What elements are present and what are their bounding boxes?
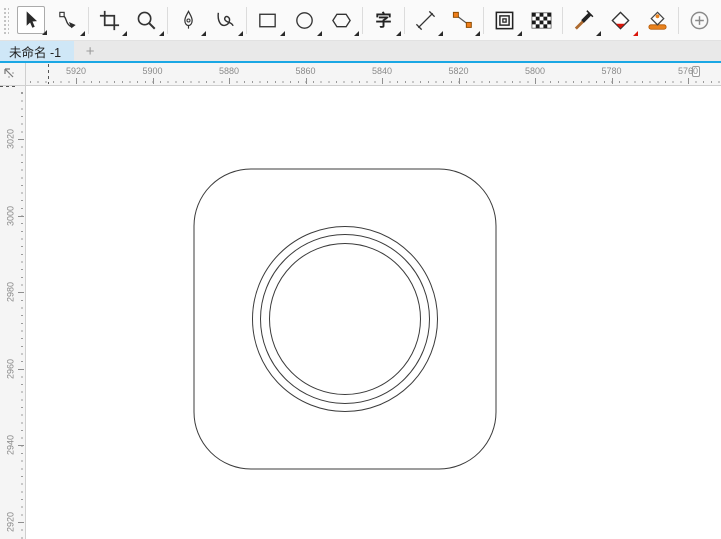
toolbar-separator — [562, 7, 563, 34]
smartfill-tool-icon — [646, 9, 669, 32]
pick-tool-button[interactable] — [17, 6, 45, 34]
crop-tool-button[interactable] — [96, 6, 124, 34]
ruler-unit-label: 2920 — [7, 510, 16, 534]
toolbar-separator — [167, 7, 168, 34]
ruler-unit-label: 5800 — [525, 67, 545, 76]
ruler-major-tick — [382, 78, 383, 84]
pen-tool-icon — [177, 9, 200, 32]
new-document-tab-button[interactable]: + — [74, 41, 106, 61]
ruler-major-tick — [18, 445, 24, 446]
page-boundary-marker-horizontal — [0, 86, 18, 87]
ruler-origin-icon — [2, 66, 16, 80]
ruler-unit-label: 5840 — [372, 67, 392, 76]
circle-shape[interactable] — [270, 244, 421, 395]
circle-shape[interactable] — [253, 227, 438, 412]
document-tab-untitled[interactable]: 未命名 -1 — [0, 41, 74, 61]
ruler-major-tick — [18, 369, 24, 370]
document-tabbar: 未命名 -1 + — [0, 41, 721, 61]
ruler-major-tick — [229, 78, 230, 84]
vertical-ruler[interactable]: 3020 3000 2980 2960 2940 2920 — [0, 86, 26, 539]
eyedropper-tool-button[interactable] — [570, 6, 598, 34]
bspline-tool-button[interactable] — [212, 6, 240, 34]
toolbar-separator — [483, 7, 484, 34]
vertical-ruler-minor-ticks — [21, 86, 23, 539]
ruler-unit-label: 5920 — [66, 67, 86, 76]
ruler-unit-label: 2960 — [7, 357, 16, 381]
workspace: 5920 5900 5880 5860 5840 5820 5800 5780 5760 302… — [0, 63, 721, 539]
add-tool-icon — [688, 9, 711, 32]
connector-tool-button[interactable] — [449, 6, 477, 34]
zoom-tool-icon — [135, 9, 158, 32]
contour-tool-icon — [493, 9, 516, 32]
pick-tool-icon — [19, 9, 42, 32]
ruler-major-tick — [535, 78, 536, 84]
ruler-major-tick — [18, 216, 24, 217]
ruler-unit-label: 2940 — [7, 433, 16, 457]
horizontal-ruler[interactable]: 5920 5900 5880 5860 5840 5820 5800 5780 5760 — [26, 63, 721, 86]
drawing-surface[interactable] — [27, 87, 721, 539]
ruler-unit-label: 3020 — [7, 127, 16, 151]
toolbar-separator — [678, 7, 679, 34]
ruler-major-tick — [153, 78, 154, 84]
drawing-canvas[interactable] — [27, 87, 721, 539]
ruler-unit-label: 3000 — [7, 204, 16, 228]
text-tool-icon — [372, 9, 395, 32]
toolbar-separator — [404, 7, 405, 34]
circle-shape[interactable] — [261, 235, 430, 404]
ruler-unit-label: 5780 — [601, 67, 621, 76]
ellipse-tool-icon — [293, 9, 316, 32]
toolbox — [0, 0, 721, 41]
rectangle-tool-icon — [256, 9, 279, 32]
ruler-major-tick — [18, 522, 24, 523]
ruler-unit-label: 5760 — [678, 67, 698, 76]
toolbar-separator — [362, 7, 363, 34]
ruler-major-tick — [459, 78, 460, 84]
rounded-square-shape[interactable] — [194, 169, 496, 469]
eyedropper-tool-icon — [572, 9, 595, 32]
horizontal-ruler-minor-ticks — [26, 81, 721, 83]
ruler-major-tick — [612, 78, 613, 84]
fill-tool-button[interactable] — [607, 6, 635, 34]
add-tool-button[interactable] — [686, 6, 714, 34]
toolbar-drag-handle[interactable] — [2, 6, 9, 34]
toolbar-separator — [246, 7, 247, 34]
ruler-major-tick — [76, 78, 77, 84]
rectangle-tool-button[interactable] — [254, 6, 282, 34]
page-boundary-marker-vertical — [48, 64, 49, 84]
ruler-unit-label: 5820 — [448, 67, 468, 76]
transparency-tool-button[interactable] — [528, 6, 556, 34]
document-tab-label: 未命名 -1 — [9, 42, 61, 61]
toolbar-separator — [88, 7, 89, 34]
app-window: 未命名 -1 + 5920 5900 5880 5860 5840 5820 5800 578… — [0, 0, 721, 539]
ruler-major-tick — [18, 139, 24, 140]
transparency-tool-icon — [530, 9, 553, 32]
connector-tool-icon — [451, 9, 474, 32]
ruler-origin-corner[interactable] — [0, 63, 26, 86]
smartfill-tool-button[interactable] — [644, 6, 672, 34]
dimension-tool-button[interactable] — [412, 6, 440, 34]
ruler-major-tick — [18, 292, 24, 293]
dimension-tool-icon — [414, 9, 437, 32]
ruler-major-tick — [688, 78, 689, 84]
bspline-tool-icon — [214, 9, 237, 32]
ruler-major-tick — [306, 78, 307, 84]
shape-tool-icon — [56, 9, 79, 32]
crop-tool-icon — [98, 9, 121, 32]
ruler-unit-label: 5900 — [142, 67, 162, 76]
zoom-tool-button[interactable] — [133, 6, 161, 34]
ruler-unit-label: 5880 — [219, 67, 239, 76]
contour-tool-button[interactable] — [491, 6, 519, 34]
fill-tool-icon — [609, 9, 632, 32]
concentric-circles[interactable] — [253, 227, 438, 412]
ruler-unit-label: 2980 — [7, 280, 16, 304]
text-tool-button[interactable] — [370, 6, 398, 34]
pen-tool-button[interactable] — [175, 6, 203, 34]
ellipse-tool-button[interactable] — [291, 6, 319, 34]
shape-tool-button[interactable] — [54, 6, 82, 34]
ruler-unit-label: 5860 — [295, 67, 315, 76]
polygon-tool-button[interactable] — [328, 6, 356, 34]
polygon-tool-icon — [330, 9, 353, 32]
